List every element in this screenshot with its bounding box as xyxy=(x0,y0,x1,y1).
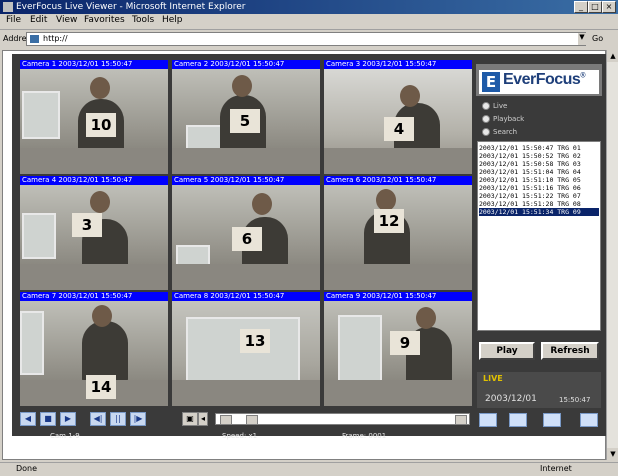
log-row[interactable]: 2003/12/01 15:51:04 TRG 04 xyxy=(479,168,599,176)
mode-status: LIVE xyxy=(483,374,503,383)
camera-header: Camera 5 2003/12/01 15:50:47 xyxy=(172,176,320,185)
camera-view-5[interactable]: Camera 5 2003/12/01 15:50:47 6 xyxy=(172,176,320,290)
ie-icon xyxy=(3,2,13,12)
status-text: Done xyxy=(16,464,38,473)
address-bar: Address http:// ▼ Go xyxy=(0,30,618,48)
address-url: http:// xyxy=(43,34,68,43)
log-row[interactable]: 2003/12/01 15:51:22 TRG 07 xyxy=(479,192,599,200)
layout-16-icon[interactable] xyxy=(580,413,598,427)
camera-number-card: 12 xyxy=(374,209,404,233)
address-dropdown-icon[interactable]: ▼ xyxy=(578,33,586,45)
info-right: Frame: 0001 xyxy=(342,432,387,440)
layout-9-icon[interactable] xyxy=(543,413,561,427)
menu-bar: File Edit View Favorites Tools Help xyxy=(0,14,618,30)
log-row[interactable]: 2003/12/01 15:51:10 TRG 05 xyxy=(479,176,599,184)
radio-icon xyxy=(482,115,490,123)
menu-favorites[interactable]: Favorites xyxy=(84,15,125,25)
radio-icon xyxy=(482,128,490,136)
camera-number-card: 3 xyxy=(72,213,102,237)
timeline-slider[interactable] xyxy=(215,413,470,425)
camera-select-icon[interactable]: ▣ xyxy=(182,412,198,426)
menu-edit[interactable]: Edit xyxy=(30,15,47,25)
mode-radio-live[interactable]: Live xyxy=(482,100,572,112)
play-button[interactable]: Play xyxy=(479,342,535,360)
camera-header: Camera 9 2003/12/01 15:50:47 xyxy=(324,292,472,301)
browser-window: EverFocus Live Viewer - Microsoft Intern… xyxy=(0,0,618,476)
camera-number-card: 5 xyxy=(230,109,260,133)
page-icon xyxy=(30,35,39,43)
mode-radio-search[interactable]: Search xyxy=(482,126,572,138)
info-mid: Speed: x1 xyxy=(222,432,258,440)
go-button[interactable]: Go xyxy=(592,32,616,46)
scroll-up-icon[interactable]: ▲ xyxy=(607,50,618,62)
refresh-button[interactable]: Refresh xyxy=(541,342,599,360)
log-row[interactable]: 2003/12/01 15:50:47 TRG 01 xyxy=(479,144,599,152)
log-row[interactable]: 2003/12/01 15:51:28 TRG 08 xyxy=(479,200,599,208)
stop-icon[interactable]: ■ xyxy=(40,412,56,426)
timeline-right-icon[interactable] xyxy=(455,415,467,425)
status-time: 15:50:47 xyxy=(559,396,591,404)
camera-number-card: 13 xyxy=(240,329,270,353)
camera-view-9[interactable]: Camera 9 2003/12/01 15:50:47 9 xyxy=(324,292,472,406)
log-row-selected[interactable]: 2003/12/01 15:51:34 TRG 09 xyxy=(479,208,599,216)
camera-view-3[interactable]: Camera 3 2003/12/01 15:50:47 4 xyxy=(324,60,472,174)
logo-text: EverFocus® xyxy=(503,71,585,88)
event-log-list[interactable]: 2003/12/01 15:50:47 TRG 01 2003/12/01 15… xyxy=(477,141,601,331)
camera-header: Camera 8 2003/12/01 15:50:47 xyxy=(172,292,320,301)
log-row[interactable]: 2003/12/01 15:51:16 TRG 06 xyxy=(479,184,599,192)
page-scrollbar[interactable]: ▲ ▼ xyxy=(606,50,618,460)
radio-icon xyxy=(482,102,490,110)
layout-1-icon[interactable] xyxy=(479,413,497,427)
log-row[interactable]: 2003/12/01 15:50:58 TRG 03 xyxy=(479,160,599,168)
camera-number-card: 14 xyxy=(86,375,116,399)
camera-view-7[interactable]: Camera 7 2003/12/01 15:50:47 14 xyxy=(20,292,168,406)
log-row[interactable]: 2003/12/01 15:50:52 TRG 02 xyxy=(479,152,599,160)
minimize-button[interactable]: _ xyxy=(574,1,588,13)
status-date: 2003/12/01 xyxy=(485,394,537,404)
camera-number-card: 10 xyxy=(86,113,116,137)
step-back-icon[interactable]: ◀| xyxy=(90,412,106,426)
camera-header: Camera 3 2003/12/01 15:50:47 xyxy=(324,60,472,69)
timeline-thumb[interactable] xyxy=(246,415,258,425)
camera-view-6[interactable]: Camera 6 2003/12/01 15:50:47 12 xyxy=(324,176,472,290)
camera-number-card: 6 xyxy=(232,227,262,251)
camera-header: Camera 2 2003/12/01 15:50:47 xyxy=(172,60,320,69)
camera-view-4[interactable]: Camera 4 2003/12/01 15:50:47 3 xyxy=(20,176,168,290)
everfocus-logo: E EverFocus® xyxy=(479,70,599,94)
address-input[interactable]: http:// xyxy=(26,32,586,46)
info-left: Cam 1-9 xyxy=(50,432,80,440)
camera-header: Camera 6 2003/12/01 15:50:47 xyxy=(324,176,472,185)
play-icon[interactable]: ▶ xyxy=(60,412,76,426)
status-panel: LIVE 2003/12/01 15:50:47 xyxy=(477,372,601,408)
camera-header: Camera 1 2003/12/01 15:50:47 xyxy=(20,60,168,69)
menu-file[interactable]: File xyxy=(6,15,21,25)
camera-number-card: 4 xyxy=(384,117,414,141)
status-bar: Done Internet xyxy=(0,462,618,476)
window-title: EverFocus Live Viewer - Microsoft Intern… xyxy=(16,2,246,12)
camera-header: Camera 4 2003/12/01 15:50:47 xyxy=(20,176,168,185)
close-button[interactable]: × xyxy=(602,1,616,13)
zone-text: Internet xyxy=(540,464,572,473)
camera-view-1[interactable]: Camera 1 2003/12/01 15:50:47 10 xyxy=(20,60,168,174)
logo-mark: E xyxy=(482,72,500,92)
menu-tools[interactable]: Tools xyxy=(132,15,154,25)
timeline-left-icon[interactable] xyxy=(220,415,232,425)
mode-radio-playback[interactable]: Playback xyxy=(482,113,572,125)
menu-help[interactable]: Help xyxy=(162,15,183,25)
camera-prev-icon[interactable]: ◂ xyxy=(198,412,208,426)
camera-header: Camera 7 2003/12/01 15:50:47 xyxy=(20,292,168,301)
camera-number-card: 9 xyxy=(390,331,420,355)
scroll-down-icon[interactable]: ▼ xyxy=(607,448,618,460)
layout-4-icon[interactable] xyxy=(509,413,527,427)
camera-view-8[interactable]: Camera 8 2003/12/01 15:50:47 13 xyxy=(172,292,320,406)
title-bar: EverFocus Live Viewer - Microsoft Intern… xyxy=(0,0,618,14)
rewind-icon[interactable]: ◀ xyxy=(20,412,36,426)
menu-view[interactable]: View xyxy=(56,15,77,25)
camera-view-2[interactable]: Camera 2 2003/12/01 15:50:47 5 xyxy=(172,60,320,174)
camera-grid: Camera 1 2003/12/01 15:50:47 10 Camera 2… xyxy=(20,60,472,406)
step-forward-icon[interactable]: |▶ xyxy=(130,412,146,426)
maximize-button[interactable]: □ xyxy=(588,1,602,13)
pause-icon[interactable]: || xyxy=(110,412,126,426)
